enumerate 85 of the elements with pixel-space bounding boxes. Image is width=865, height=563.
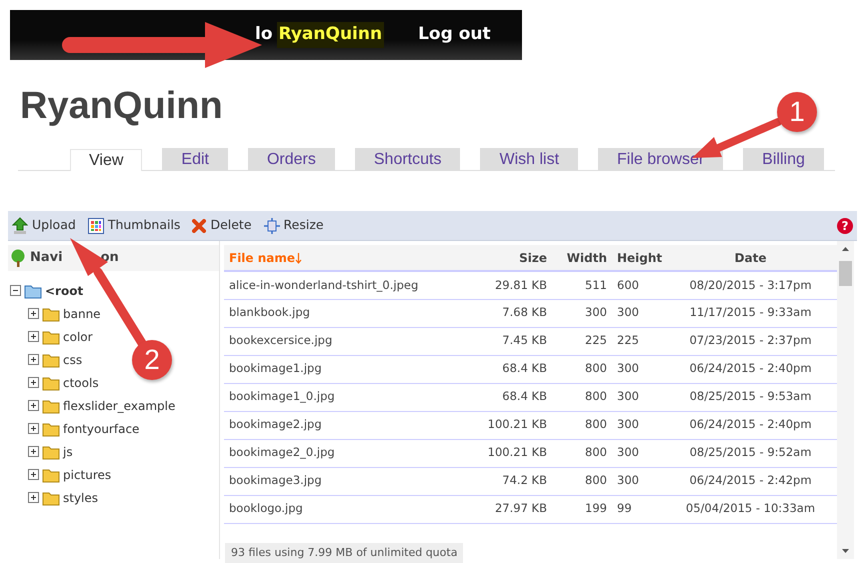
tree-item[interactable]: ctools (63, 374, 99, 392)
tab[interactable]: Billing (743, 148, 824, 170)
tab[interactable]: Orders (248, 148, 335, 170)
table-cell: bookexcersice.jpg (224, 327, 460, 355)
tree-item[interactable]: js (63, 442, 73, 460)
table-cell: 300 (612, 411, 664, 439)
tree-item[interactable]: pictures (63, 466, 112, 484)
tree-item[interactable]: css (63, 350, 82, 368)
folder-icon (24, 282, 42, 298)
table-cell: 600 (612, 271, 664, 299)
table-cell: 300 (612, 383, 664, 411)
panel-title: Navi (30, 249, 63, 268)
table-cell: 800 (552, 355, 612, 383)
folder-icon (42, 420, 60, 436)
tab[interactable]: Shortcuts (354, 148, 460, 170)
column-header[interactable]: Date (664, 245, 837, 271)
table-cell: 300 (612, 439, 664, 467)
table-cell: 225 (552, 327, 612, 355)
help-button[interactable]: ? (837, 218, 853, 234)
sort-arrow-icon (295, 252, 302, 264)
table-cell: 300 (612, 355, 664, 383)
upload-arrow-icon (12, 216, 28, 234)
callout-badge: 1 (777, 92, 817, 132)
tab[interactable]: Edit (162, 148, 228, 170)
tree-item[interactable]: banne (63, 304, 101, 322)
table-cell: alice-in-wonderland-tshirt_0.jpeg (224, 271, 460, 299)
table-cell: 100.21 KB (460, 411, 552, 439)
tab[interactable]: Wish list (480, 148, 578, 170)
table-cell: 100.21 KB (460, 439, 552, 467)
table-cell: 29.81 KB (460, 271, 552, 299)
table-cell: 800 (552, 383, 612, 411)
tab[interactable]: View (70, 149, 142, 171)
table-cell: 800 (552, 467, 612, 495)
table-cell: bookimage2.jpg (224, 411, 460, 439)
table-cell: bookimage1.jpg (224, 355, 460, 383)
table-cell: 511 (552, 271, 612, 299)
toolbar-button[interactable]: Thumbnails (88, 216, 180, 235)
toolbar-button[interactable]: Upload (12, 216, 76, 235)
tree-item[interactable]: color (63, 328, 93, 346)
table-cell: bookimage3.jpg (224, 467, 460, 495)
table-cell: 199 (552, 495, 612, 523)
table-cell: blankbook.jpg (224, 299, 460, 327)
resize-icon (264, 218, 280, 234)
folder-icon (42, 398, 60, 414)
callout-badge: 2 (132, 340, 172, 380)
table-cell: 300 (612, 467, 664, 495)
status-text: 93 files using 7.99 MB of unlimited quota (225, 543, 464, 563)
tree-item[interactable]: styles (63, 488, 98, 506)
greeting-text: lo (255, 23, 273, 46)
folder-icon (42, 306, 60, 322)
table-cell: 74.2 KB (460, 467, 552, 495)
table-cell: 300 (552, 299, 612, 327)
table-cell: 225 (612, 327, 664, 355)
tree-item[interactable]: <root (45, 282, 84, 300)
table-cell: 300 (612, 299, 664, 327)
table-cell: 99 (612, 495, 664, 523)
page-title: RyanQuinn (20, 84, 223, 128)
table-cell: booklogo.jpg (224, 495, 460, 523)
table-cell: 800 (552, 411, 612, 439)
folder-icon (42, 374, 60, 390)
folder-icon (42, 352, 60, 368)
toolbar-button[interactable]: Resize (264, 216, 324, 235)
tree-item[interactable]: fontyourface (63, 420, 140, 438)
table-cell: 27.97 KB (460, 495, 552, 523)
logout-link[interactable]: Log out (418, 22, 491, 48)
column-header[interactable]: Width (552, 245, 612, 271)
table-cell: 68.4 KB (460, 355, 552, 383)
tree-icon (10, 249, 26, 267)
delete-icon (192, 218, 206, 232)
folder-icon (42, 466, 60, 482)
table-cell: bookimage1_0.jpg (224, 383, 460, 411)
column-header[interactable]: Height (612, 245, 664, 271)
table-cell: 7.68 KB (460, 299, 552, 327)
tree-item[interactable]: flexslider_example (63, 396, 176, 414)
table-cell: 68.4 KB (460, 383, 552, 411)
folder-icon (42, 490, 60, 506)
grid-icon (88, 218, 104, 234)
folder-icon (42, 444, 60, 460)
table-cell: bookimage2_0.jpg (224, 439, 460, 467)
column-header[interactable]: Size (460, 245, 552, 271)
folder-icon (42, 328, 60, 344)
toolbar-button[interactable]: Delete (192, 216, 252, 235)
table-cell: 7.45 KB (460, 327, 552, 355)
username-link[interactable]: RyanQuinn (276, 22, 384, 48)
table-cell: 800 (552, 439, 612, 467)
